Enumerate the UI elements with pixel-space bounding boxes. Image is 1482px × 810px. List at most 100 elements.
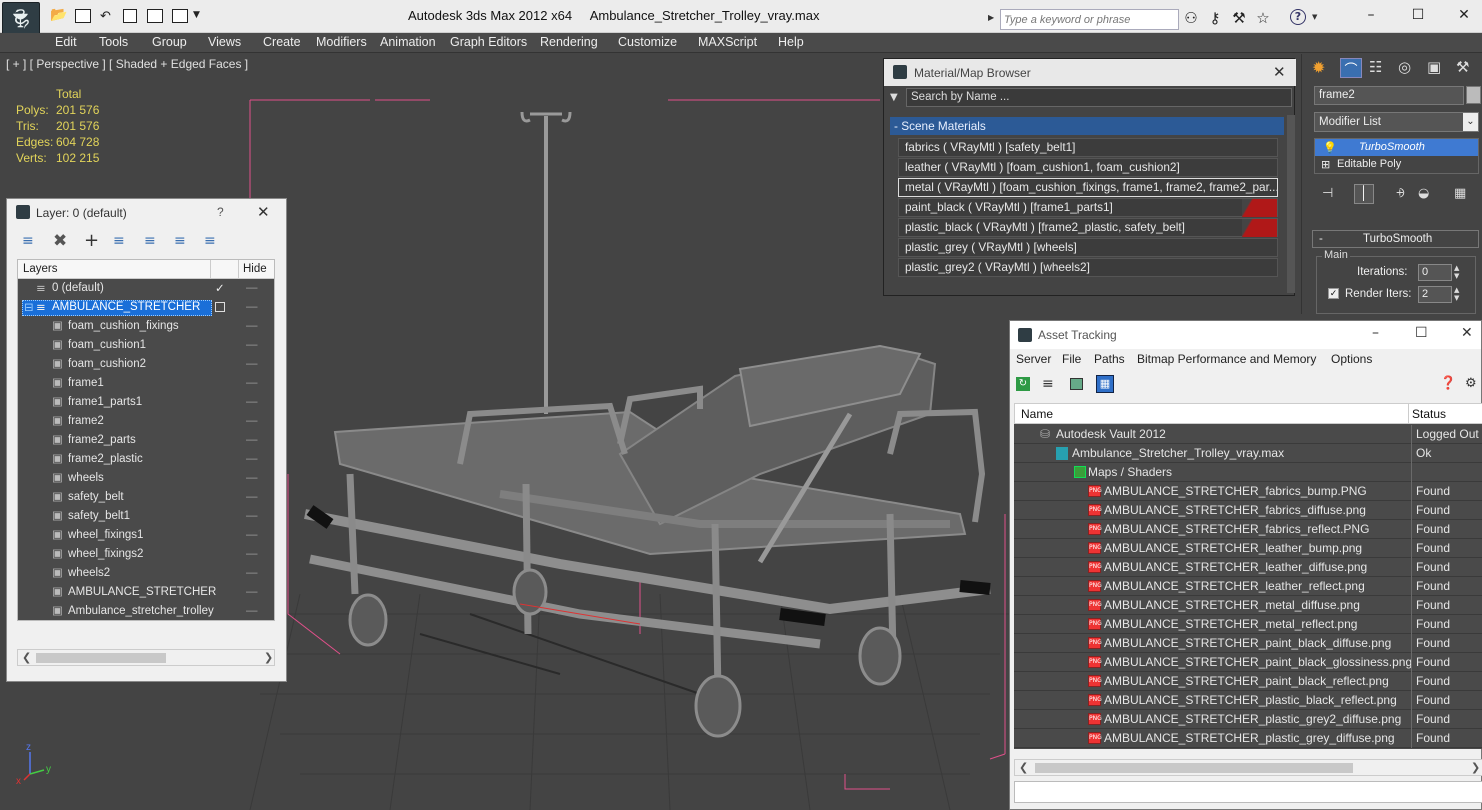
asset-row-map[interactable]: PNG AMBULANCE_STRETCHER_plastic_grey2_dif… [1014,710,1482,729]
hide-toggle[interactable]: — [246,298,258,317]
col-hide-header[interactable]: Hide [243,263,267,275]
browser-options-icon[interactable]: ▼ [890,92,898,103]
layer-help-button[interactable]: ? [217,205,224,219]
material-item-fabrics[interactable]: fabrics ( VRayMtl ) [safety_belt1] [898,138,1278,157]
hide-toggle[interactable]: — [246,450,258,469]
object-row[interactable]: ▣ wheel_fixings1 — [18,526,274,545]
layer-close-icon[interactable]: ✕ [257,203,270,221]
asset-row-map[interactable]: PNG AMBULANCE_STRETCHER_paint_black_diffu… [1014,634,1482,653]
hide-toggle[interactable]: — [246,469,258,488]
hide-toggle[interactable]: — [246,564,258,583]
configure-modifier-sets-icon[interactable]: ▦ [1454,186,1466,201]
object-color-swatch[interactable] [1466,86,1481,104]
subscription-icon[interactable]: ⚒ [1230,9,1248,27]
menu-graph-editors[interactable]: Graph Editors [450,35,527,49]
turbosmooth-rollout[interactable]: - TurboSmooth [1312,230,1479,248]
object-row[interactable]: ▣ safety_belt1 — [18,507,274,526]
modify-tab-icon[interactable]: ⌒ [1340,58,1362,78]
freeze-all-layers-icon[interactable]: ≡ [204,233,216,249]
material-item-plastic-black[interactable]: plastic_black ( VRayMtl ) [frame2_plasti… [898,218,1278,237]
hide-toggle[interactable]: — [246,545,258,564]
at-minimize-icon[interactable]: – [1372,325,1379,341]
fetch-icon[interactable] [147,9,163,23]
hide-toggle[interactable]: — [246,412,258,431]
iterations-spinner[interactable]: 0 [1418,264,1452,281]
at-menu-paths[interactable]: Paths [1094,352,1125,366]
hide-toggle[interactable]: — [246,336,258,355]
asset-row-map[interactable]: PNG AMBULANCE_STRETCHER_metal_diffuse.png… [1014,596,1482,615]
remove-modifier-icon[interactable]: ◒ [1418,186,1429,201]
infocenter-search-input[interactable]: Type a keyword or phrase [1000,9,1179,30]
object-row[interactable]: ▣ foam_cushion_fixings — [18,317,274,336]
save-icon[interactable] [75,9,91,23]
object-row[interactable]: ▣ frame2_plastic — [18,450,274,469]
material-browser-close-icon[interactable]: ✕ [1273,63,1286,81]
asset-row-map[interactable]: PNG AMBULANCE_STRETCHER_leather_reflect.p… [1014,577,1482,596]
menu-animation[interactable]: Animation [380,35,436,49]
make-unique-icon[interactable]: ⨮ [1396,186,1405,201]
object-row[interactable]: ▣ frame2_parts — [18,431,274,450]
render-iters-spinner[interactable]: 2 [1418,286,1452,303]
menu-tools[interactable]: Tools [99,35,128,49]
object-name-input[interactable]: frame2 [1314,86,1464,105]
spinner-arrows-icon[interactable]: ▲ ▼ [1454,286,1459,302]
scroll-left-icon[interactable]: ❮ [22,651,31,664]
col-name-header[interactable]: Name [1021,407,1053,421]
table-view-icon[interactable]: ▦ [1096,375,1114,393]
create-tab-icon[interactable]: ✹ [1312,58,1325,77]
menu-edit[interactable]: Edit [55,35,77,49]
at-maximize-icon[interactable]: ☐ [1415,325,1428,341]
asset-row-map[interactable]: PNG AMBULANCE_STRETCHER_plastic_grey_diff… [1014,729,1482,748]
material-item-leather[interactable]: leather ( VRayMtl ) [foam_cushion1, foam… [898,158,1278,177]
material-search-input[interactable]: Search by Name ... [906,88,1292,107]
show-end-result-icon[interactable]: │ [1354,184,1374,204]
scene-materials-group[interactable]: - Scene Materials [890,117,1284,135]
spinner-arrows-icon[interactable]: ▲ ▼ [1454,264,1459,280]
col-status-header[interactable]: Status [1412,407,1446,421]
binoculars-icon[interactable]: ⚇ [1182,9,1200,27]
asset-row-map[interactable]: PNG AMBULANCE_STRETCHER_metal_reflect.png… [1014,615,1482,634]
asset-row-vault[interactable]: ⛁ Autodesk Vault 2012 Logged Out ... [1014,425,1482,444]
menu-views[interactable]: Views [208,35,241,49]
asset-row-map[interactable]: PNG AMBULANCE_STRETCHER_paint_black_refle… [1014,672,1482,691]
hide-toggle[interactable]: — [246,488,258,507]
delete-layer-icon[interactable]: ✖ [53,231,67,251]
display-tab-icon[interactable]: ▣ [1427,58,1441,76]
highlight-layer-icon[interactable]: ≡ [144,233,156,249]
utilities-tab-icon[interactable]: ⚒ [1456,58,1469,76]
at-menu-bitmap-performance[interactable]: Bitmap Performance and Memory [1137,352,1316,366]
object-row[interactable]: ▣ frame2 — [18,412,274,431]
menu-group[interactable]: Group [152,35,187,49]
active-layer-check-icon[interactable]: ✓ [215,279,225,298]
at-settings-icon[interactable]: ⚙ [1465,376,1477,391]
object-row[interactable]: ▣ frame1_parts1 — [18,393,274,412]
object-row[interactable]: ▣ frame1 — [18,374,274,393]
project-folder-icon[interactable] [172,9,188,23]
asset-row-map[interactable]: PNG AMBULANCE_STRETCHER_plastic_black_ref… [1014,691,1482,710]
scroll-thumb[interactable] [36,653,166,663]
quick-access-dropdown-icon[interactable]: ▼ [193,10,200,20]
create-layer-icon[interactable]: ≡ [22,233,34,249]
hierarchy-tab-icon[interactable]: ☷ [1369,58,1382,76]
object-row[interactable]: ▣ Ambulance_stretcher_trolley — [18,602,274,620]
at-menu-file[interactable]: File [1062,352,1081,366]
at-menu-options[interactable]: Options [1331,352,1372,366]
object-row[interactable]: ▣ safety_belt — [18,488,274,507]
add-to-layer-icon[interactable]: + [84,230,99,251]
render-iters-checkbox[interactable]: ✓ [1328,288,1339,299]
stack-item-editable-poly[interactable]: ⊞ Editable Poly [1315,156,1478,173]
set-current-checkbox[interactable] [215,302,225,312]
menu-rendering[interactable]: Rendering [540,35,598,49]
hide-toggle[interactable]: — [246,317,258,336]
expand-icon[interactable]: ⊞ [1321,156,1330,173]
col-layers-header[interactable]: Layers [23,263,58,275]
asset-row-map[interactable]: PNG AMBULANCE_STRETCHER_paint_black_gloss… [1014,653,1482,672]
material-item-plastic-grey2[interactable]: plastic_grey2 ( VRayMtl ) [wheels2] [898,258,1278,277]
key-icon[interactable]: ⚷ [1206,9,1224,27]
hide-toggle[interactable]: — [246,431,258,450]
hide-toggle[interactable]: — [246,374,258,393]
open-file-icon[interactable]: 📂 [50,7,67,23]
hold-icon[interactable] [123,9,137,23]
object-row[interactable]: ▣ wheels2 — [18,564,274,583]
viewport-label[interactable]: [ + ] [ Perspective ] [ Shaded + Edged F… [6,57,248,71]
